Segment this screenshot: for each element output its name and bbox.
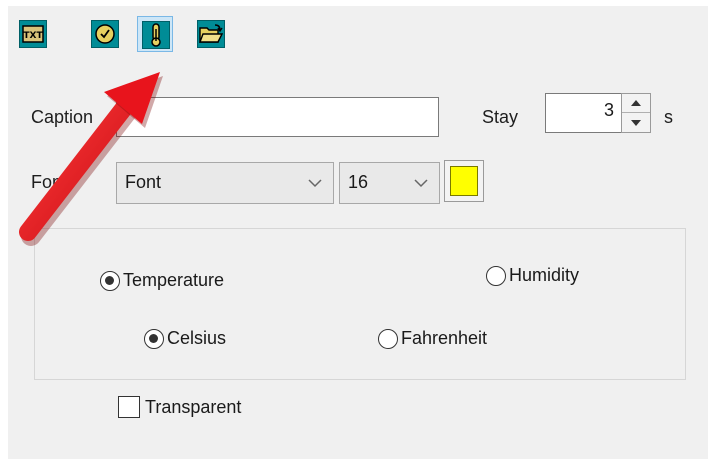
- clock-icon: [95, 24, 115, 44]
- celsius-radio[interactable]: Celsius: [144, 328, 226, 349]
- chevron-down-icon: [308, 179, 322, 188]
- radio-unchecked-icon: [486, 265, 506, 286]
- radio-checked-icon: [144, 328, 164, 349]
- font-select[interactable]: Font: [116, 162, 334, 204]
- chevron-down-icon: [414, 179, 428, 188]
- sensor-options-group: [34, 228, 686, 380]
- folder-open-icon: [199, 24, 223, 43]
- humidity-radio[interactable]: Humidity: [486, 265, 579, 286]
- radio-checked-icon: [100, 270, 120, 291]
- stay-unit: s: [664, 107, 673, 127]
- arrow-up-icon: [631, 100, 641, 106]
- fahrenheit-radio[interactable]: Fahrenheit: [378, 328, 487, 349]
- temperature-radio[interactable]: Temperature: [100, 270, 224, 291]
- open-file-button[interactable]: [193, 16, 229, 52]
- arrow-down-icon: [631, 119, 641, 126]
- clock-mode-button[interactable]: [87, 16, 123, 52]
- radio-unchecked-icon: [378, 328, 398, 349]
- transparent-checkbox[interactable]: Transparent: [118, 396, 241, 418]
- checkbox-unchecked-icon: [118, 396, 140, 418]
- caption-label: Caption: [31, 107, 94, 127]
- txt-icon: TXT: [22, 25, 44, 43]
- thermometer-icon: [151, 23, 161, 47]
- stay-label: Stay: [482, 107, 519, 127]
- spin-down-button[interactable]: [622, 113, 650, 132]
- stay-input[interactable]: 3: [545, 93, 623, 133]
- font-label: Font: [31, 172, 68, 192]
- spin-up-button[interactable]: [622, 94, 650, 113]
- color-picker-button[interactable]: [444, 160, 484, 202]
- caption-input[interactable]: [116, 97, 439, 137]
- temperature-mode-button[interactable]: [137, 16, 173, 52]
- font-size-select[interactable]: 16: [339, 162, 440, 204]
- svg-text:TXT: TXT: [23, 31, 43, 41]
- color-swatch: [450, 166, 478, 196]
- text-mode-button[interactable]: TXT: [15, 16, 51, 52]
- stay-spinner[interactable]: [621, 93, 651, 133]
